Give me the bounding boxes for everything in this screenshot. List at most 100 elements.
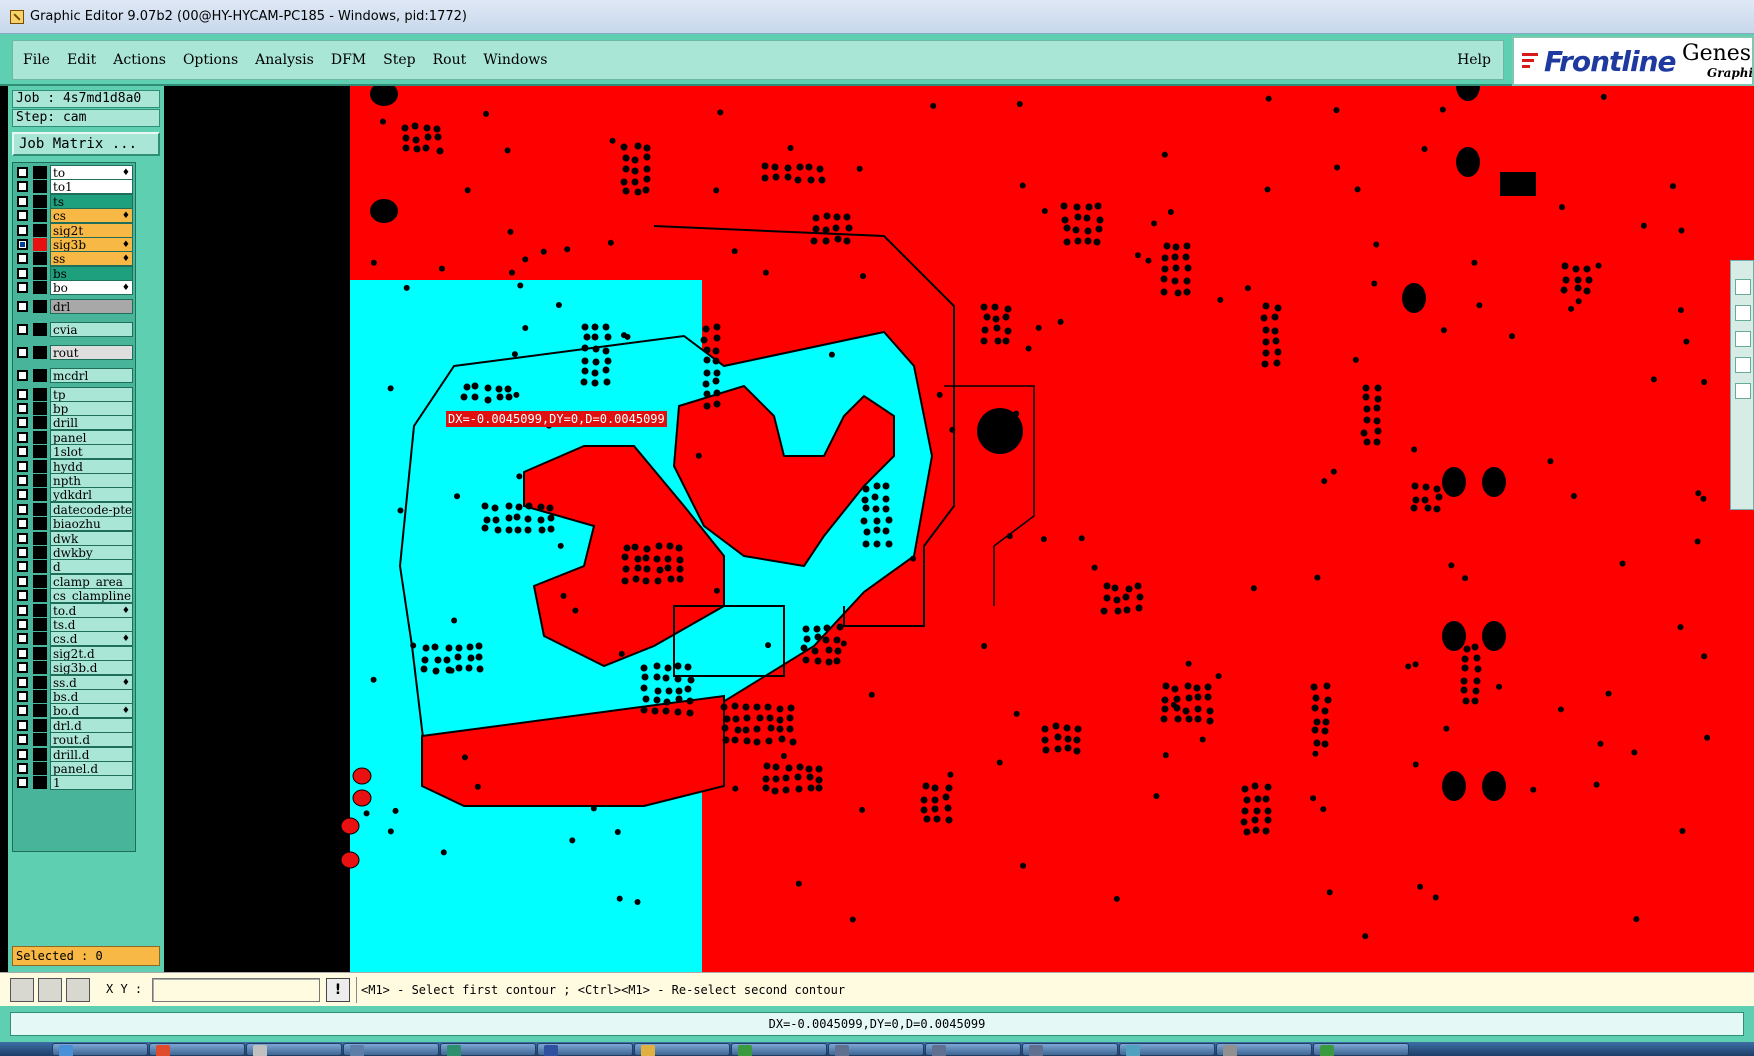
layer-checkbox[interactable] — [17, 446, 28, 458]
layer-row[interactable]: dwkby — [13, 545, 137, 560]
side-toolbox[interactable] — [1730, 260, 1754, 510]
layer-label[interactable]: sig2t.d — [50, 645, 133, 661]
layer-row[interactable]: bo ♦ — [13, 280, 137, 296]
layer-affected-marker[interactable] — [33, 546, 47, 559]
layer-label[interactable]: cs.d ♦ — [50, 631, 133, 647]
layer-affected-marker[interactable] — [33, 618, 47, 631]
layer-row[interactable]: tp — [13, 386, 137, 402]
layer-row[interactable]: panel — [13, 429, 137, 445]
layer-row[interactable]: bs.d — [13, 689, 137, 704]
layer-checkbox[interactable] — [17, 691, 28, 702]
layer-checkbox[interactable] — [17, 369, 28, 381]
layer-row[interactable]: sig3b ♦ — [13, 237, 137, 252]
layer-affected-marker[interactable] — [33, 402, 47, 415]
layer-label[interactable]: drill — [50, 415, 133, 431]
layer-row[interactable]: to ♦ — [13, 165, 137, 180]
layer-row[interactable]: to1 — [13, 179, 137, 195]
layer-row[interactable]: rout.d — [13, 732, 137, 748]
menu-actions[interactable]: Actions — [113, 52, 166, 68]
layer-checkbox[interactable] — [17, 181, 28, 193]
layer-checkbox[interactable] — [17, 575, 28, 587]
layer-affected-marker[interactable] — [33, 632, 47, 646]
zoom-to-fit-icon[interactable] — [10, 978, 34, 1002]
layer-checkbox[interactable] — [17, 705, 28, 717]
layer-checkbox[interactable] — [17, 748, 28, 760]
layer-label[interactable]: to1 — [50, 179, 133, 195]
layer-affected-marker[interactable] — [33, 646, 47, 660]
layer-checkbox[interactable] — [17, 224, 28, 236]
layer-row[interactable]: mcdrl — [13, 367, 137, 383]
layer-label[interactable]: drl — [50, 298, 133, 314]
layer-label[interactable]: bs — [50, 265, 133, 281]
layer-row[interactable]: cs.d ♦ — [13, 631, 137, 647]
graphic-canvas[interactable]: DX=-0.0045099,DY=0,D=0.0045099 — [164, 86, 1754, 972]
taskbar-button[interactable] — [828, 1043, 924, 1056]
layer-checkbox[interactable] — [17, 282, 28, 294]
layer-affected-marker[interactable] — [33, 531, 47, 545]
layer-checkbox[interactable] — [17, 417, 28, 429]
layer-checkbox[interactable] — [17, 719, 28, 731]
layer-row[interactable]: ts.d — [13, 617, 137, 632]
layer-label[interactable]: dwkby — [50, 545, 133, 560]
layer-affected-marker[interactable] — [33, 690, 47, 703]
layer-label[interactable]: biaozhu — [50, 516, 133, 532]
layer-checkbox[interactable] — [17, 210, 28, 222]
layer-row[interactable]: drill.d — [13, 746, 137, 762]
layer-affected-marker[interactable] — [33, 180, 47, 194]
layer-affected-marker[interactable] — [33, 166, 47, 179]
layer-row[interactable]: to.d ♦ — [13, 602, 137, 618]
warning-icon[interactable]: ! — [326, 978, 350, 1002]
taskbar-button[interactable] — [246, 1043, 342, 1056]
layer-affected-marker[interactable] — [33, 252, 47, 266]
layer-row[interactable]: rout — [13, 344, 137, 360]
side-tool-3[interactable] — [1735, 331, 1751, 347]
taskbar-button[interactable] — [1119, 1043, 1215, 1056]
grid-icon[interactable] — [66, 978, 90, 1002]
job-matrix-button[interactable]: Job Matrix ... — [12, 132, 160, 156]
layer-label[interactable]: bo.d ♦ — [50, 703, 133, 719]
layer-label[interactable]: bs.d — [50, 689, 133, 704]
layer-checkbox[interactable] — [17, 590, 28, 602]
layer-row[interactable]: ydkdrl — [13, 487, 137, 503]
menu-help[interactable]: Help — [1457, 52, 1491, 68]
layer-checkbox[interactable] — [17, 561, 28, 573]
layer-checkbox[interactable] — [17, 604, 28, 616]
layer-affected-marker[interactable] — [33, 445, 47, 459]
snap-icon[interactable] — [38, 978, 62, 1002]
layer-checkbox[interactable] — [17, 489, 28, 501]
menu-rout[interactable]: Rout — [433, 52, 467, 68]
taskbar-button[interactable] — [1216, 1043, 1312, 1056]
layer-checkbox[interactable] — [17, 633, 28, 645]
layer-label[interactable]: ts — [50, 193, 133, 209]
layer-checkbox[interactable] — [17, 763, 28, 774]
layer-checkbox[interactable] — [17, 167, 28, 178]
layer-label[interactable]: ydkdrl — [50, 487, 133, 503]
menu-step[interactable]: Step — [383, 52, 415, 68]
taskbar-button[interactable] — [925, 1043, 1021, 1056]
side-tool-2[interactable] — [1735, 305, 1751, 321]
layer-label[interactable]: to ♦ — [50, 165, 133, 180]
layer-row[interactable]: drl.d — [13, 717, 137, 733]
layer-affected-marker[interactable] — [33, 517, 47, 531]
layer-row[interactable]: ss.d ♦ — [13, 674, 137, 690]
layer-checkbox[interactable] — [17, 503, 28, 515]
layer-affected-marker[interactable] — [33, 223, 47, 237]
layer-affected-marker[interactable] — [33, 661, 47, 675]
layer-label[interactable]: npth — [50, 473, 133, 488]
layer-label[interactable]: dwk — [50, 530, 133, 546]
layer-row[interactable]: cvia — [13, 321, 137, 337]
menu-file[interactable]: File — [23, 52, 50, 68]
layer-affected-marker[interactable] — [33, 474, 47, 487]
layer-label[interactable]: drill.d — [50, 746, 133, 762]
menu-dfm[interactable]: DFM — [331, 52, 366, 68]
layer-checkbox[interactable] — [17, 547, 28, 558]
layer-row[interactable]: drl — [13, 298, 137, 314]
layer-row[interactable]: clamp_area — [13, 573, 137, 589]
layer-checkbox[interactable] — [17, 346, 28, 358]
layer-affected-marker[interactable] — [33, 776, 47, 790]
layer-affected-marker[interactable] — [33, 430, 47, 444]
layer-affected-marker[interactable] — [33, 589, 47, 603]
layer-label[interactable]: ts.d — [50, 617, 133, 632]
layer-affected-marker[interactable] — [33, 322, 47, 336]
layer-row[interactable]: ts — [13, 193, 137, 209]
